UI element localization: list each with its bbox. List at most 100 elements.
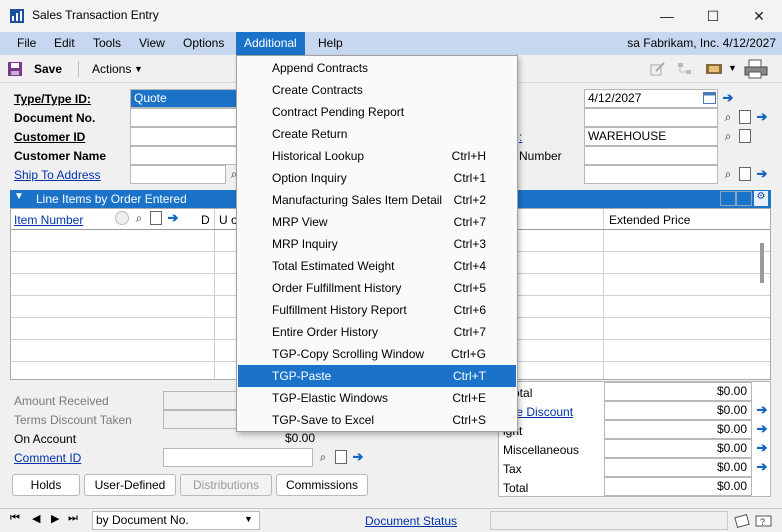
menu-item-label: Entire Order History bbox=[272, 325, 379, 339]
menu-item[interactable]: Manufacturing Sales Item Detail Ctrl+2 bbox=[238, 189, 516, 211]
expand-arrow-icon[interactable]: ➔ bbox=[720, 90, 736, 106]
ship-to-address-field[interactable] bbox=[130, 165, 226, 184]
expand-arrow-icon[interactable]: ➔ bbox=[754, 440, 770, 456]
menu-options[interactable]: Options bbox=[175, 32, 232, 55]
currency-id-field[interactable] bbox=[584, 165, 718, 184]
menu-help[interactable]: Help bbox=[310, 32, 351, 55]
menu-item[interactable]: Total Estimated Weight Ctrl+4 bbox=[238, 255, 516, 277]
type-id-field[interactable]: Quote bbox=[130, 89, 238, 108]
batch-id-field[interactable] bbox=[584, 108, 718, 127]
menu-item[interactable]: Fulfillment History Report Ctrl+6 bbox=[238, 299, 516, 321]
customer-name-field[interactable] bbox=[130, 146, 238, 165]
item-number-column-header[interactable]: Item Number bbox=[14, 213, 83, 227]
menu-item[interactable]: MRP Inquiry Ctrl+3 bbox=[238, 233, 516, 255]
lookup-icon[interactable]: ⌕ bbox=[315, 449, 331, 465]
lookup-icon[interactable]: ⌕ bbox=[131, 210, 147, 226]
expand-arrow-icon[interactable]: ➔ bbox=[754, 166, 770, 182]
note-icon[interactable] bbox=[734, 513, 750, 529]
menu-view[interactable]: View bbox=[131, 32, 173, 55]
lookup-icon[interactable]: ⌕ bbox=[720, 109, 736, 125]
comment-id-link[interactable]: Comment ID bbox=[14, 451, 81, 465]
new-document-icon[interactable] bbox=[737, 128, 753, 144]
total-value: $0.00 bbox=[604, 477, 752, 496]
new-document-icon[interactable] bbox=[737, 166, 753, 182]
expand-arrow-icon[interactable]: ➔ bbox=[165, 210, 181, 226]
document-status-link[interactable]: Document Status bbox=[365, 514, 457, 528]
new-document-icon[interactable] bbox=[148, 210, 164, 226]
expand-arrow-icon[interactable]: ➔ bbox=[350, 449, 366, 465]
tax-value[interactable]: $0.00 bbox=[604, 458, 752, 477]
menu-item[interactable]: Option Inquiry Ctrl+1 bbox=[238, 167, 516, 189]
menu-item[interactable]: TGP-Save to Excel Ctrl+S bbox=[238, 409, 516, 431]
grid-collapse-icon[interactable] bbox=[736, 191, 752, 206]
menu-item[interactable]: TGP-Copy Scrolling Window Ctrl+G bbox=[238, 343, 516, 365]
new-document-icon[interactable] bbox=[333, 449, 349, 465]
new-document-icon[interactable] bbox=[737, 109, 753, 125]
distributions-button[interactable]: Distributions bbox=[180, 474, 272, 496]
menu-item[interactable]: Entire Order History Ctrl+7 bbox=[238, 321, 516, 343]
menu-item[interactable]: Create Contracts bbox=[238, 79, 516, 101]
menu-item[interactable]: TGP-Paste Ctrl+T bbox=[238, 365, 516, 387]
maximize-button[interactable]: ☐ bbox=[690, 0, 736, 32]
document-no-field[interactable] bbox=[130, 108, 238, 127]
expand-arrow-icon[interactable]: ➔ bbox=[754, 402, 770, 418]
browse-order-select[interactable]: by Document No. bbox=[92, 511, 260, 530]
save-button[interactable]: Save bbox=[34, 59, 62, 79]
lookup-icon[interactable]: ⌕ bbox=[720, 166, 736, 182]
ship-to-address-link[interactable]: Ship To Address bbox=[14, 168, 101, 182]
previous-record-icon[interactable]: ◀ bbox=[32, 512, 40, 525]
trade-discount-value[interactable]: $0.00 bbox=[604, 401, 752, 420]
actions-button[interactable]: Actions bbox=[92, 59, 131, 79]
grid-options-icon[interactable]: ⚙ bbox=[754, 191, 768, 206]
chevron-down-icon[interactable]: ▼ bbox=[134, 59, 143, 79]
menu-item-label: Historical Lookup bbox=[272, 149, 365, 163]
site-id-link[interactable]: : bbox=[519, 130, 522, 144]
print-options-icon[interactable] bbox=[704, 60, 724, 78]
item-number-options-icon[interactable] bbox=[115, 211, 129, 225]
first-record-icon[interactable]: ⏮ bbox=[10, 512, 20, 525]
user-defined-button[interactable]: User-Defined bbox=[84, 474, 176, 496]
holds-button[interactable]: Holds bbox=[12, 474, 80, 496]
close-button[interactable]: ✕ bbox=[736, 0, 782, 32]
menu-item[interactable]: Historical Lookup Ctrl+H bbox=[238, 145, 516, 167]
collapse-chevron-icon[interactable]: ▼ bbox=[14, 191, 24, 202]
menu-item[interactable]: Order Fulfillment History Ctrl+5 bbox=[238, 277, 516, 299]
chevron-down-icon[interactable]: ▼ bbox=[244, 514, 253, 524]
grid-expand-icon[interactable] bbox=[720, 191, 736, 206]
customer-id-label[interactable]: Customer ID bbox=[14, 130, 85, 144]
menu-item-shortcut: Ctrl+G bbox=[450, 347, 486, 361]
menu-item[interactable]: TGP-Elastic Windows Ctrl+E bbox=[238, 387, 516, 409]
last-record-icon[interactable]: ⏭ bbox=[68, 512, 78, 525]
menu-item[interactable]: Append Contracts bbox=[238, 57, 516, 79]
printer-icon[interactable] bbox=[743, 59, 769, 79]
expand-arrow-icon[interactable]: ➔ bbox=[754, 109, 770, 125]
help-icon[interactable]: ? bbox=[754, 512, 774, 530]
lookup-icon[interactable]: ⌕ bbox=[720, 128, 736, 144]
commissions-button[interactable]: Commissions bbox=[276, 474, 368, 496]
document-date-field[interactable]: 4/12/2027 bbox=[584, 89, 718, 108]
tree-icon[interactable] bbox=[677, 62, 693, 76]
expand-arrow-icon[interactable]: ➔ bbox=[754, 459, 770, 475]
menu-item-shortcut: Ctrl+2 bbox=[453, 193, 486, 207]
expand-arrow-icon[interactable]: ➔ bbox=[754, 421, 770, 437]
next-record-icon[interactable]: ▶ bbox=[51, 512, 59, 525]
menu-edit[interactable]: Edit bbox=[46, 32, 83, 55]
minimize-button[interactable]: — bbox=[644, 0, 690, 32]
chevron-down-icon[interactable]: ▼ bbox=[728, 63, 737, 73]
menu-file[interactable]: File bbox=[9, 32, 44, 55]
menu-item[interactable]: MRP View Ctrl+7 bbox=[238, 211, 516, 233]
menu-item[interactable]: Create Return bbox=[238, 123, 516, 145]
menu-item[interactable]: Contract Pending Report bbox=[238, 101, 516, 123]
unit-of-measure-column-header: U o bbox=[219, 213, 238, 227]
note-pen-icon[interactable] bbox=[650, 62, 666, 76]
customer-po-number-field[interactable] bbox=[584, 146, 718, 165]
comment-id-field[interactable] bbox=[163, 448, 313, 467]
grid-scrollbar[interactable] bbox=[760, 243, 764, 283]
site-id-field[interactable]: WAREHOUSE bbox=[584, 127, 718, 146]
menu-tools[interactable]: Tools bbox=[85, 32, 129, 55]
customer-id-field[interactable] bbox=[130, 127, 238, 146]
menu-additional[interactable]: Additional bbox=[236, 32, 305, 55]
freight-value[interactable]: $0.00 bbox=[604, 420, 752, 439]
miscellaneous-value[interactable]: $0.00 bbox=[604, 439, 752, 458]
calendar-icon[interactable] bbox=[703, 92, 716, 104]
